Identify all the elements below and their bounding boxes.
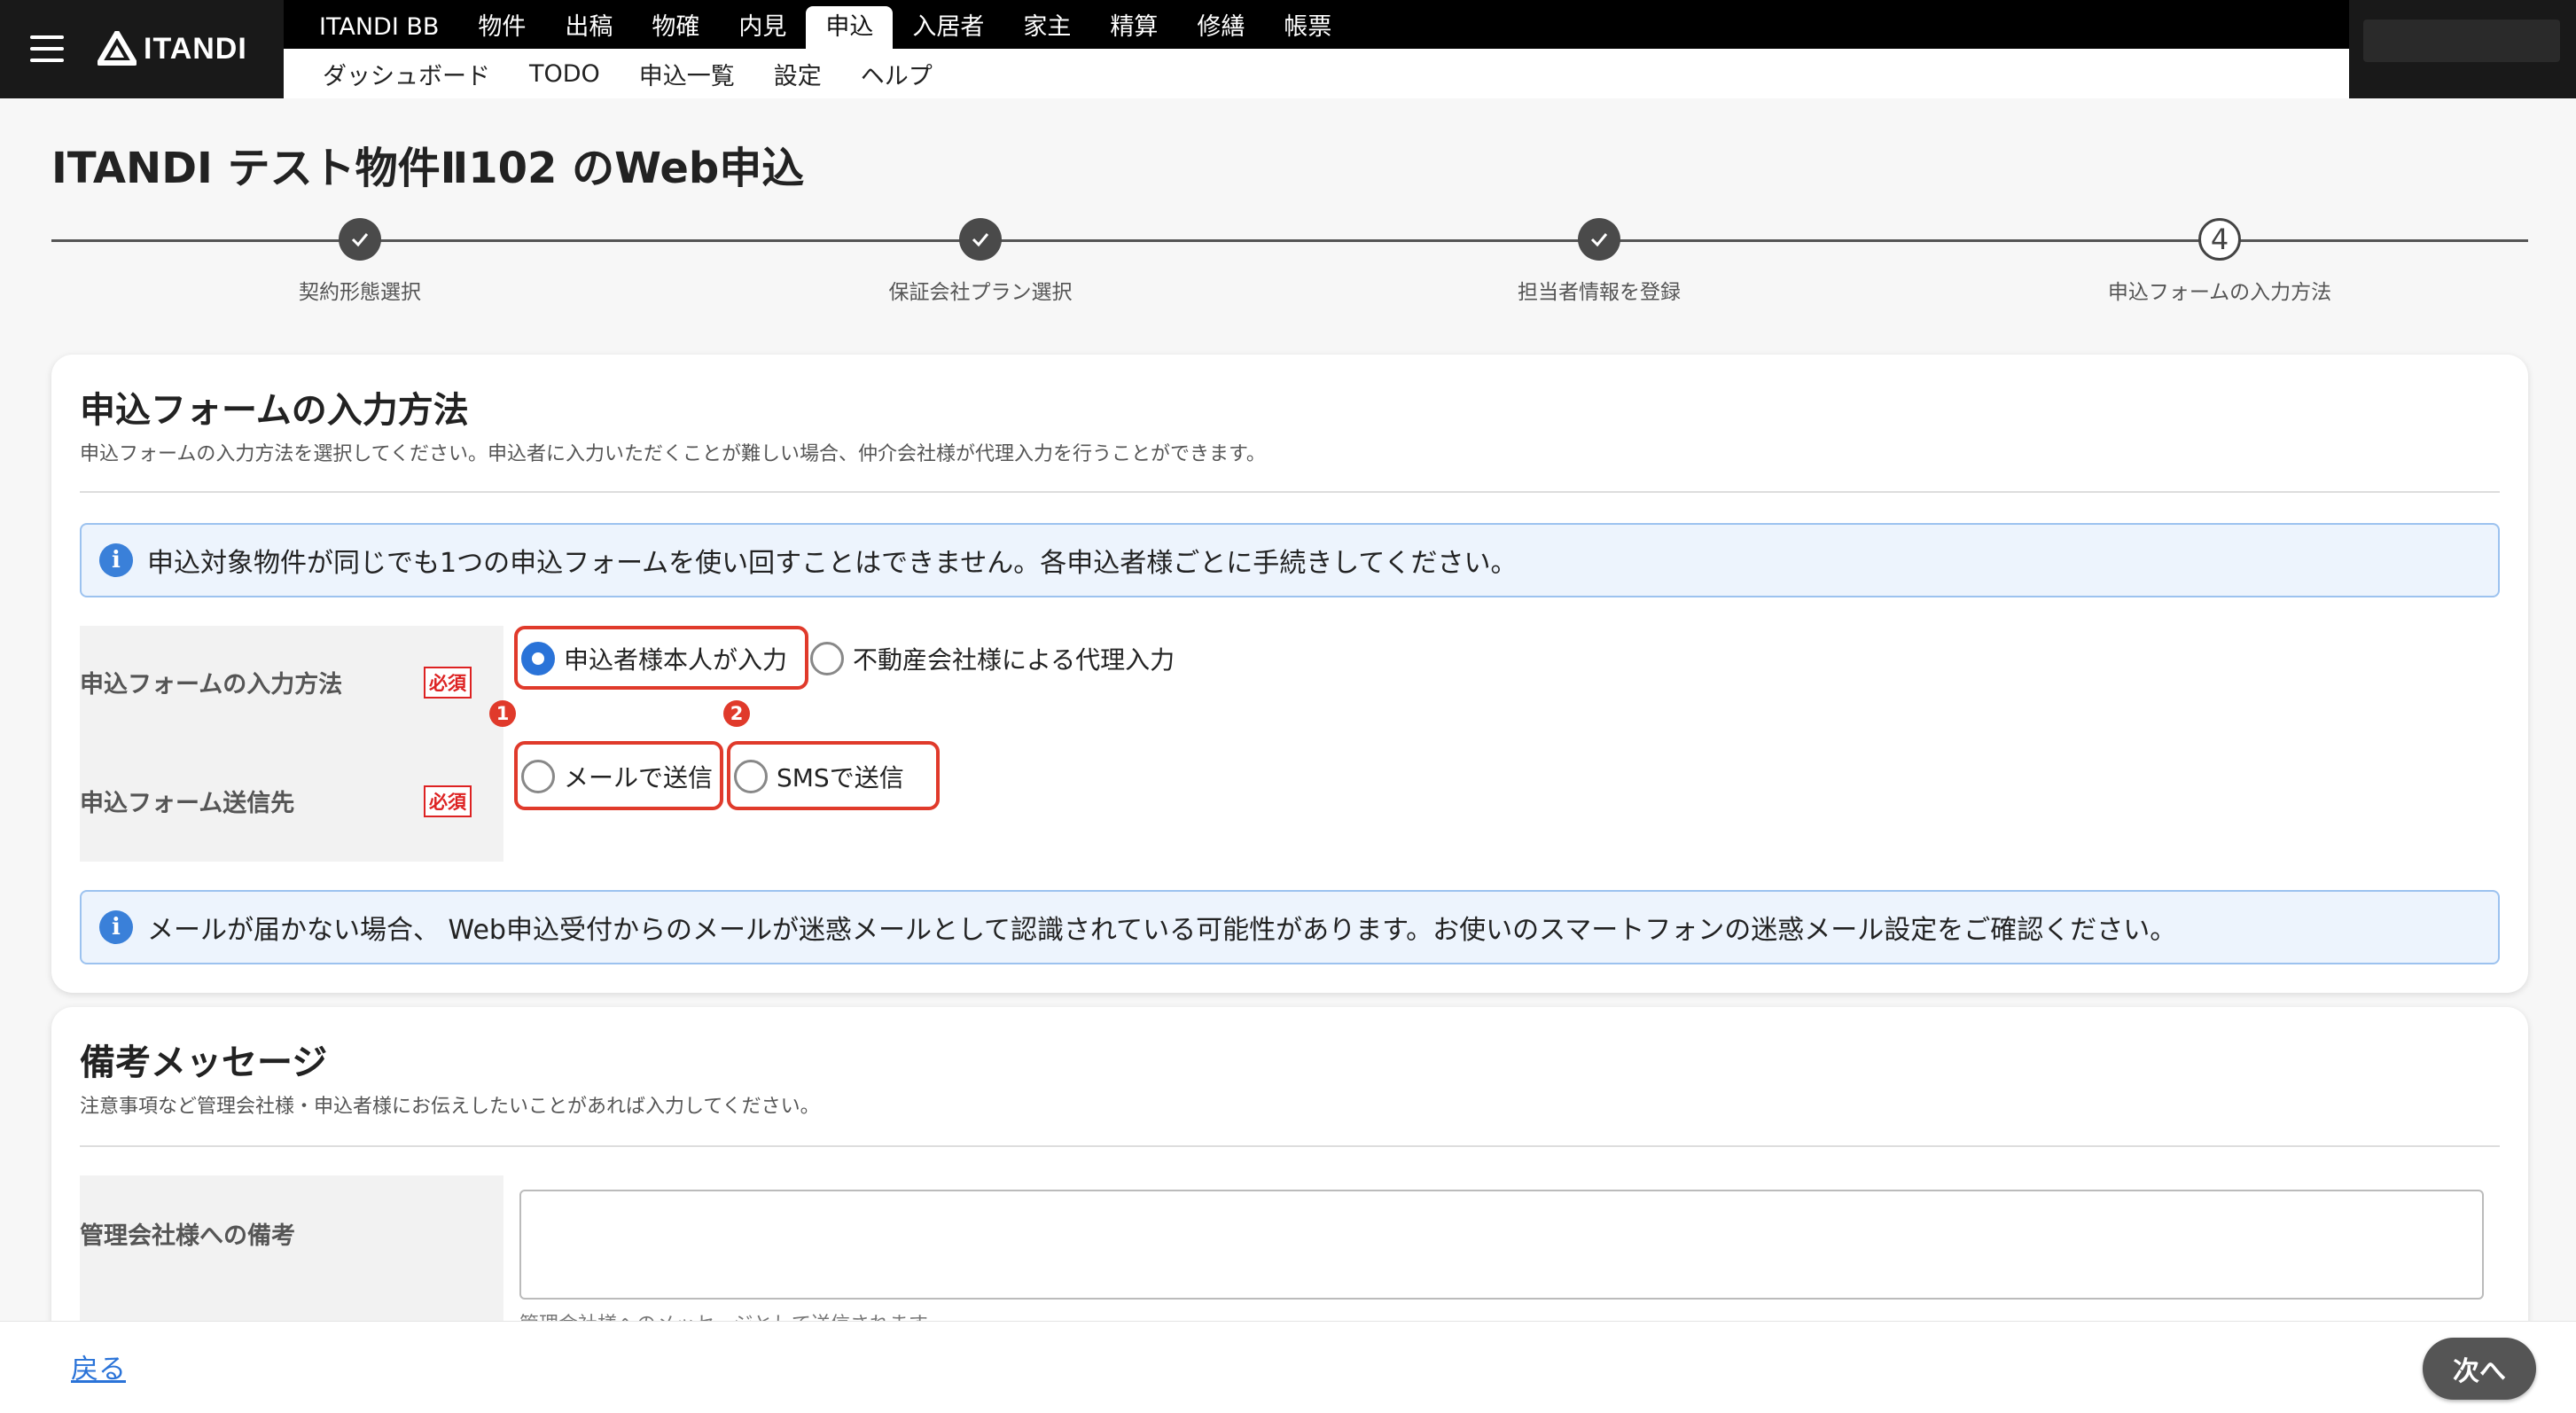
sub-nav-application-list[interactable]: 申込一覧 (620, 57, 754, 91)
progress-stepper: 契約形態選択 保証会社プラン選択 担当者情報を登録 4 申込フォームの入力方法 (51, 215, 2528, 312)
top-bar: ITANDI ITANDI BB 物件 出稿 物確 内見 申込 入居者 家主 精… (0, 0, 2576, 98)
divider (80, 1145, 2500, 1147)
nav-item-application[interactable]: 申込 (806, 6, 894, 49)
remarks-textarea[interactable] (519, 1190, 2484, 1300)
check-icon (959, 218, 1002, 261)
info-alert-bottom: i メールが届かない場合、 Web申込受付からのメールが迷惑メールとして認識され… (80, 890, 2500, 964)
radio-button[interactable] (521, 642, 555, 675)
radio-button[interactable] (810, 642, 844, 675)
itandi-logo-icon (98, 31, 137, 66)
step-3: 担当者情報を登録 (1422, 215, 1776, 305)
step-number: 4 (2198, 218, 2241, 261)
sub-nav: ダッシュボード TODO 申込一覧 設定 ヘルプ (284, 49, 2349, 98)
section-description: 注意事項など管理会社様・申込者様にお伝えしたいことがあれば入力してください。 (80, 1096, 820, 1118)
info-text: 申込対象物件が同じでも1つの申込フォームを使い回すことはできません。各申込者様ご… (147, 548, 1518, 579)
check-icon (1578, 218, 1620, 261)
required-badge: 必須 (424, 785, 472, 817)
radio-label: 不動産会社様による代理入力 (853, 645, 1175, 675)
marker-2: 2 (723, 700, 750, 727)
step-2: 保証会社プラン選択 (803, 215, 1158, 305)
info-icon: i (99, 543, 133, 577)
nav-item-itandi-bb[interactable]: ITANDI BB (300, 6, 458, 49)
info-text: メールが届かない場合、 Web申込受付からのメールが迷惑メールとして認識されてい… (147, 915, 2177, 946)
step-1: 契約形態選択 (183, 215, 537, 305)
radio-applicant-input[interactable]: 申込者様本人が入力 (521, 641, 787, 676)
main-nav: ITANDI BB 物件 出稿 物確 内見 申込 入居者 家主 精算 修繕 帳票 (284, 0, 2349, 49)
radio-label: 申込者様本人が入力 (564, 645, 788, 675)
nav-item-forms[interactable]: 帳票 (1264, 6, 1351, 49)
section-title: 備考メッセージ (80, 1042, 328, 1083)
check-icon (339, 218, 381, 261)
sub-nav-dashboard[interactable]: ダッシュボード (303, 57, 510, 91)
divider (80, 491, 2500, 493)
next-button[interactable]: 次へ (2423, 1338, 2536, 1400)
sub-nav-help[interactable]: ヘルプ (841, 57, 952, 91)
step-label: 申込フォームの入力方法 (2107, 281, 2332, 304)
step-4: 4 申込フォームの入力方法 (2042, 215, 2397, 305)
brand-logo[interactable]: ITANDI (98, 28, 247, 69)
step-label: 契約形態選択 (299, 281, 421, 304)
radio-send-email[interactable]: メールで送信 (521, 759, 713, 794)
logo-text: ITANDI (144, 31, 247, 66)
nav-item-property[interactable]: 物件 (458, 6, 545, 49)
page-title: ITANDI テスト物件Ⅱ102 のWeb申込 (51, 144, 805, 193)
section-description: 申込フォームの入力方法を選択してください。申込者に入力いただくことが難しい場合、… (80, 443, 1266, 465)
radio-label: SMSで送信 (777, 763, 904, 792)
account-area[interactable] (2363, 20, 2560, 62)
radio-button[interactable] (521, 760, 555, 793)
info-alert-top: i 申込対象物件が同じでも1つの申込フォームを使い回すことはできません。各申込者… (80, 523, 2500, 597)
radio-label: メールで送信 (564, 763, 714, 792)
nav-item-landlord[interactable]: 家主 (1003, 6, 1090, 49)
info-icon: i (99, 910, 133, 944)
required-badge: 必須 (424, 667, 472, 699)
nav-item-property-check[interactable]: 物確 (632, 6, 719, 49)
step-label: 担当者情報を登録 (1518, 281, 1681, 304)
marker-1: 1 (489, 700, 516, 727)
input-method-card: 申込フォームの入力方法 申込フォームの入力方法を選択してください。申込者に入力い… (51, 355, 2528, 993)
radio-send-sms[interactable]: SMSで送信 (734, 759, 904, 794)
field-label-remarks: 管理会社様への備考 (80, 1222, 295, 1250)
footer-bar: 戻る 次へ (0, 1321, 2576, 1413)
radio-proxy-input[interactable]: 不動産会社様による代理入力 (810, 641, 1175, 676)
nav-item-listing[interactable]: 出稿 (545, 6, 632, 49)
field-label-send-to: 申込フォーム送信先 (80, 790, 295, 817)
sub-nav-todo[interactable]: TODO (510, 60, 620, 88)
nav-item-viewing[interactable]: 内見 (719, 6, 806, 49)
hamburger-menu-icon[interactable] (30, 35, 64, 64)
back-link[interactable]: 戻る (71, 1347, 126, 1386)
sub-nav-settings[interactable]: 設定 (754, 57, 841, 91)
nav-item-tenant[interactable]: 入居者 (893, 6, 1003, 49)
nav-item-repair[interactable]: 修繕 (1177, 6, 1264, 49)
field-label-input-method: 申込フォームの入力方法 (80, 671, 343, 699)
form-label-column (80, 626, 503, 862)
nav-item-settlement[interactable]: 精算 (1090, 6, 1177, 49)
section-title: 申込フォームの入力方法 (80, 390, 469, 431)
step-label: 保証会社プラン選択 (888, 281, 1073, 304)
radio-button[interactable] (734, 760, 768, 793)
